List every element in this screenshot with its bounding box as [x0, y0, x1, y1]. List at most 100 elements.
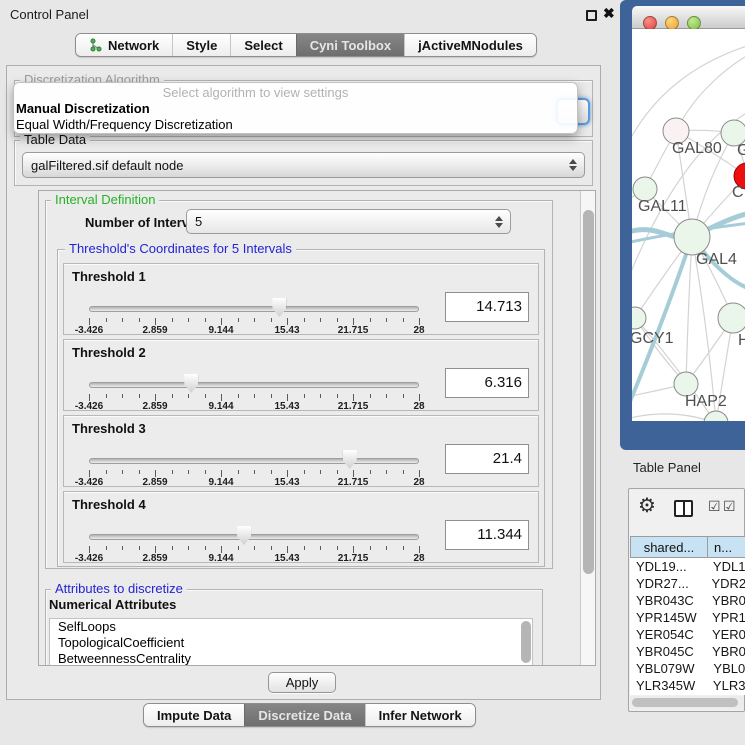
slider-tick	[172, 470, 173, 474]
network-node-gcy1[interactable]	[632, 307, 646, 329]
network-node[interactable]	[704, 411, 728, 421]
slider-track[interactable]	[89, 382, 419, 388]
table-row[interactable]: YLR345WYLR3	[630, 677, 745, 694]
table-row[interactable]: YPR145WYPR1	[630, 609, 745, 626]
attribute-list-item[interactable]: SelfLoops	[50, 619, 532, 635]
checkbox-icon[interactable]: ☑	[723, 499, 736, 513]
column-header-shared-name[interactable]: shared...	[630, 536, 708, 558]
slider-track[interactable]	[89, 534, 419, 540]
checkbox-icon[interactable]: ☑	[708, 499, 721, 513]
slider-thumb[interactable]	[343, 450, 357, 469]
network-window-titlebar[interactable]	[632, 6, 745, 29]
slider-thumb[interactable]	[184, 374, 198, 393]
table-row[interactable]: YER054CYER0	[630, 626, 745, 643]
slider-tick	[205, 470, 206, 474]
mac-close-button[interactable]	[643, 16, 657, 30]
slider-tick	[419, 546, 420, 553]
slider-tick	[188, 318, 189, 322]
cell-name: YBR0	[710, 593, 745, 608]
slider-thumb[interactable]	[272, 298, 286, 317]
attribute-list-item[interactable]: BetweennessCentrality	[50, 651, 532, 666]
apply-button[interactable]: Apply	[268, 672, 336, 693]
slider-tick	[254, 470, 255, 474]
cell-shared-name: YDR27...	[630, 576, 709, 591]
network-edge[interactable]	[676, 54, 745, 131]
table-row[interactable]: YBR045CYBR0	[630, 643, 745, 660]
algorithm-popup-item[interactable]: Equal Width/Frequency Discretization	[14, 117, 577, 133]
table-row[interactable]: YDL19...YDL1	[630, 558, 745, 575]
slider-tick-label: 15.43	[274, 553, 299, 564]
slider-tick	[287, 470, 288, 477]
slider-track[interactable]	[89, 306, 419, 312]
slider-tick-label: 2.859	[142, 553, 167, 564]
cell-name: YPR1	[710, 610, 745, 625]
threshold-value-field[interactable]: 6.316	[445, 368, 529, 398]
slider-tick	[419, 394, 420, 401]
cell-shared-name: YPR145W	[630, 610, 710, 625]
slider-thumb[interactable]	[237, 526, 251, 545]
table-row[interactable]: YDR27...YDR2	[630, 575, 745, 592]
threshold-value-field[interactable]: 14.713	[445, 292, 529, 322]
tab-discretize-data[interactable]: Discretize Data	[244, 704, 364, 726]
slider-track[interactable]	[89, 458, 419, 464]
slider-tick-label: 21.715	[338, 325, 369, 336]
slider-tick-label: -3.426	[75, 477, 103, 488]
slider-tick-label: 21.715	[338, 477, 369, 488]
slider-tick	[155, 546, 156, 553]
table-data-combobox[interactable]: galFiltered.sif default node	[22, 152, 585, 178]
table-horizontal-scrollbar[interactable]	[630, 696, 744, 709]
tab-impute-data[interactable]: Impute Data	[144, 704, 244, 726]
slider-tick-label: 9.144	[208, 553, 233, 564]
slider-tick-label: 21.715	[338, 401, 369, 412]
mac-minimize-button[interactable]	[665, 16, 679, 30]
numerical-attributes-list[interactable]: SelfLoopsTopologicalCoefficientBetweenne…	[49, 618, 533, 666]
slider-tick	[172, 394, 173, 398]
slider-tick-label: 15.43	[274, 325, 299, 336]
threshold-panel-1: Threshold 1-3.4262.8599.14415.4321.71528…	[63, 263, 539, 335]
slider-tick	[221, 318, 222, 325]
tab-infer-network[interactable]: Infer Network	[365, 704, 475, 726]
threshold-value-field[interactable]: 21.4	[445, 444, 529, 474]
slider-tick	[353, 318, 354, 325]
column-layout-icon[interactable]	[674, 500, 693, 517]
slider-tick-label: 15.43	[274, 401, 299, 412]
algorithm-popup-item[interactable]: Manual Discretization	[14, 101, 577, 117]
tab-select[interactable]: Select	[230, 34, 295, 56]
slider-tick	[353, 546, 354, 553]
tab-label: Infer Network	[379, 708, 462, 723]
network-edge[interactable]	[686, 237, 692, 384]
attributes-list-scrollbar[interactable]	[521, 621, 531, 663]
threshold-panel-3: Threshold 3-3.4262.8599.14415.4321.71528…	[63, 415, 539, 487]
slider-tick	[238, 546, 239, 550]
column-header-name[interactable]: n...	[708, 536, 745, 558]
threshold-panel-2: Threshold 2-3.4262.8599.14415.4321.71528…	[63, 339, 539, 411]
tab-jactivemnodules[interactable]: jActiveMNodules	[404, 34, 536, 56]
tab-style[interactable]: Style	[172, 34, 230, 56]
settings-vertical-scrollbar[interactable]	[580, 191, 596, 665]
attribute-list-item[interactable]: TopologicalCoefficient	[50, 635, 532, 651]
cell-name: YBR0	[710, 644, 745, 659]
tab-network[interactable]: Network	[76, 34, 172, 56]
cell-shared-name: YBL079W	[630, 661, 711, 676]
slider-tick	[353, 394, 354, 401]
slider-tick	[254, 318, 255, 322]
network-node-h[interactable]	[718, 303, 745, 333]
mac-zoom-button[interactable]	[687, 16, 701, 30]
slider-tick	[271, 318, 272, 322]
table-row[interactable]: YBR043CYBR0	[630, 592, 745, 609]
threshold-value-field[interactable]: 11.344	[445, 520, 529, 550]
slider-tick	[89, 394, 90, 401]
network-edge[interactable]	[632, 414, 716, 421]
num-intervals-combobox[interactable]: 5	[186, 209, 511, 234]
float-window-icon[interactable]	[586, 10, 597, 21]
close-icon[interactable]: ✖	[603, 5, 615, 22]
table-row[interactable]: YBL079WYBL0	[630, 660, 745, 677]
gear-icon[interactable]: ⚙	[638, 496, 656, 516]
network-node-gal4[interactable]	[674, 219, 710, 255]
tab-cyni-toolbox[interactable]: Cyni Toolbox	[296, 34, 404, 56]
table-row[interactable]: YIL052CYIL0	[630, 694, 745, 695]
scrollbar-thumb[interactable]	[583, 210, 594, 574]
slider-tick	[139, 546, 140, 550]
scrollbar-thumb[interactable]	[632, 698, 738, 707]
network-canvas[interactable]: GAL80GCGAL11GAL4GCY1HHAP2	[632, 29, 745, 421]
